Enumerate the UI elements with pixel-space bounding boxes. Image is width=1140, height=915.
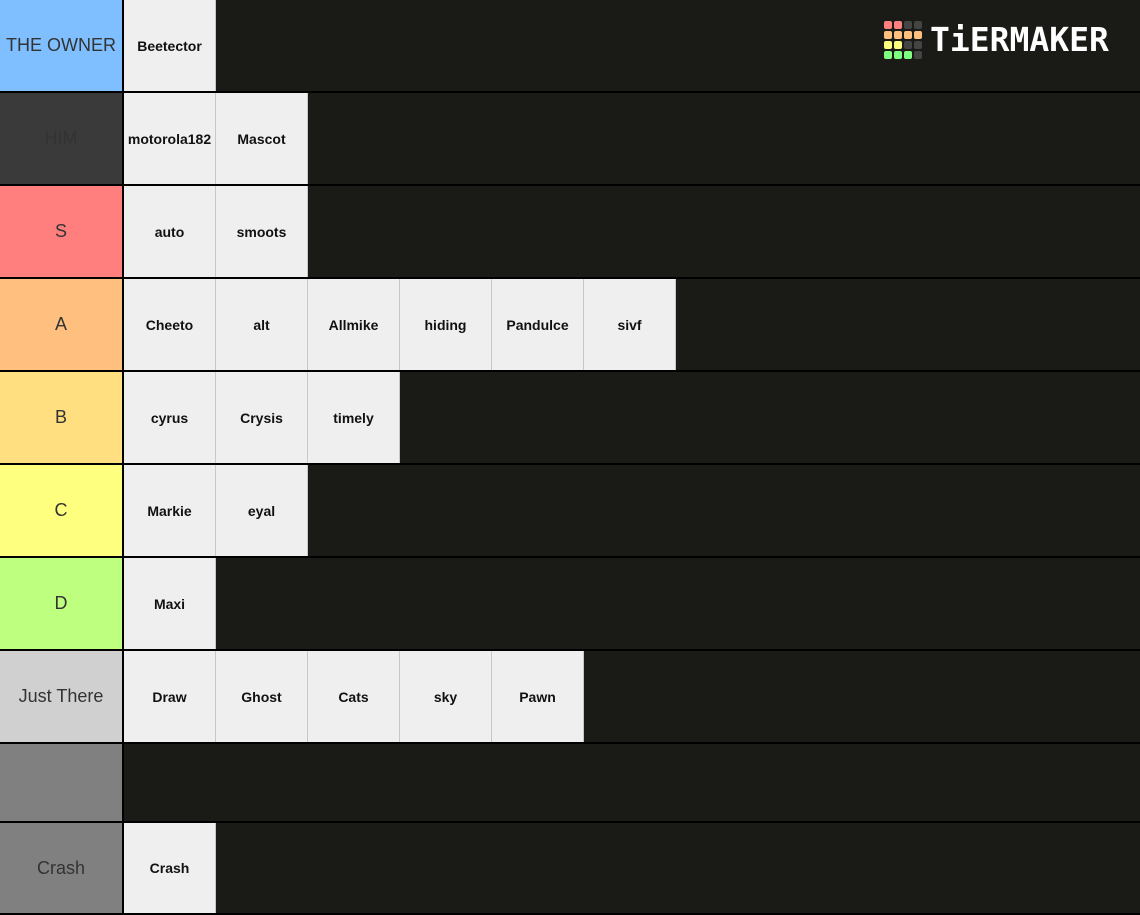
tier-row: HIM motorola182 Mascot (0, 93, 1140, 186)
tier-label[interactable]: THE OWNER (0, 0, 124, 91)
tier-item[interactable]: Pandulce (492, 279, 584, 370)
tier-item[interactable]: Ghost (216, 651, 308, 742)
tier-item[interactable]: Mascot (216, 93, 308, 184)
logo-grid-cell (914, 31, 922, 39)
tier-row: Bcyrus Crysis timely (0, 372, 1140, 465)
tier-items: cyrus Crysis timely (124, 372, 1140, 463)
logo-grid-cell (894, 51, 902, 59)
logo-grid-cell (904, 51, 912, 59)
tier-items: auto smoots (124, 186, 1140, 277)
tier-label[interactable] (0, 744, 124, 821)
tier-label[interactable]: D (0, 558, 124, 649)
tier-item[interactable]: hiding (400, 279, 492, 370)
logo-grid-cell (914, 21, 922, 29)
logo-grid-cell (884, 31, 892, 39)
tier-row: Crash Crash (0, 823, 1140, 915)
logo-grid-cell (894, 21, 902, 29)
logo-grid-cell (904, 31, 912, 39)
tier-item[interactable]: alt (216, 279, 308, 370)
tier-row: Just There Draw Ghost Cats sky Pawn (0, 651, 1140, 744)
tier-label[interactable]: A (0, 279, 124, 370)
tier-items: Crash (124, 823, 1140, 913)
tier-items: Draw Ghost Cats sky Pawn (124, 651, 1140, 742)
tier-label[interactable]: B (0, 372, 124, 463)
logo-grid-cell (884, 51, 892, 59)
logo-text: TiERMAKER (930, 20, 1109, 59)
tier-item[interactable]: smoots (216, 186, 308, 277)
tier-item[interactable]: Pawn (492, 651, 584, 742)
tier-items: motorola182 Mascot (124, 93, 1140, 184)
tier-item[interactable]: Crash (124, 823, 216, 913)
logo-grid-cell (914, 41, 922, 49)
tier-row: A Cheeto alt Allmike hiding Pandulce sivf (0, 279, 1140, 372)
tiermaker-grid-icon (884, 21, 922, 59)
tier-label[interactable]: Just There (0, 651, 124, 742)
tier-row: Sauto smoots (0, 186, 1140, 279)
tier-item[interactable]: Markie (124, 465, 216, 556)
tier-row: C Markie eyal (0, 465, 1140, 558)
logo-grid-cell (884, 21, 892, 29)
tier-item[interactable]: Beetector (124, 0, 216, 91)
tier-item[interactable]: Cheeto (124, 279, 216, 370)
logo-grid-cell (894, 41, 902, 49)
tier-item[interactable]: sivf (584, 279, 676, 370)
logo-grid-cell (904, 41, 912, 49)
logo-grid-cell (884, 41, 892, 49)
tier-row (0, 744, 1140, 823)
tier-item[interactable]: motorola182 (124, 93, 216, 184)
tier-items (124, 744, 1140, 821)
logo-grid-cell (904, 21, 912, 29)
tier-item[interactable]: timely (308, 372, 400, 463)
tier-item[interactable]: Cats (308, 651, 400, 742)
tier-label[interactable]: S (0, 186, 124, 277)
tier-item[interactable]: eyal (216, 465, 308, 556)
tier-item[interactable]: cyrus (124, 372, 216, 463)
tier-item[interactable]: Allmike (308, 279, 400, 370)
tier-board: THE OWNER Beetector HIM motorola182 Mascot Sa… (0, 0, 1140, 915)
tier-label[interactable]: C (0, 465, 124, 556)
tier-items: Maxi (124, 558, 1140, 649)
tier-item[interactable]: Crysis (216, 372, 308, 463)
tier-label[interactable]: HIM (0, 93, 124, 184)
logo-grid-cell (894, 31, 902, 39)
tier-items: Markie eyal (124, 465, 1140, 556)
logo-grid-cell (914, 51, 922, 59)
tier-label[interactable]: Crash (0, 823, 124, 913)
tier-item[interactable]: Maxi (124, 558, 216, 649)
tiermaker-logo: TiERMAKER (884, 20, 1109, 60)
tier-row: D Maxi (0, 558, 1140, 651)
tier-item[interactable]: auto (124, 186, 216, 277)
tier-item[interactable]: sky (400, 651, 492, 742)
tier-item[interactable]: Draw (124, 651, 216, 742)
tier-items: Cheeto alt Allmike hiding Pandulce sivf (124, 279, 1140, 370)
